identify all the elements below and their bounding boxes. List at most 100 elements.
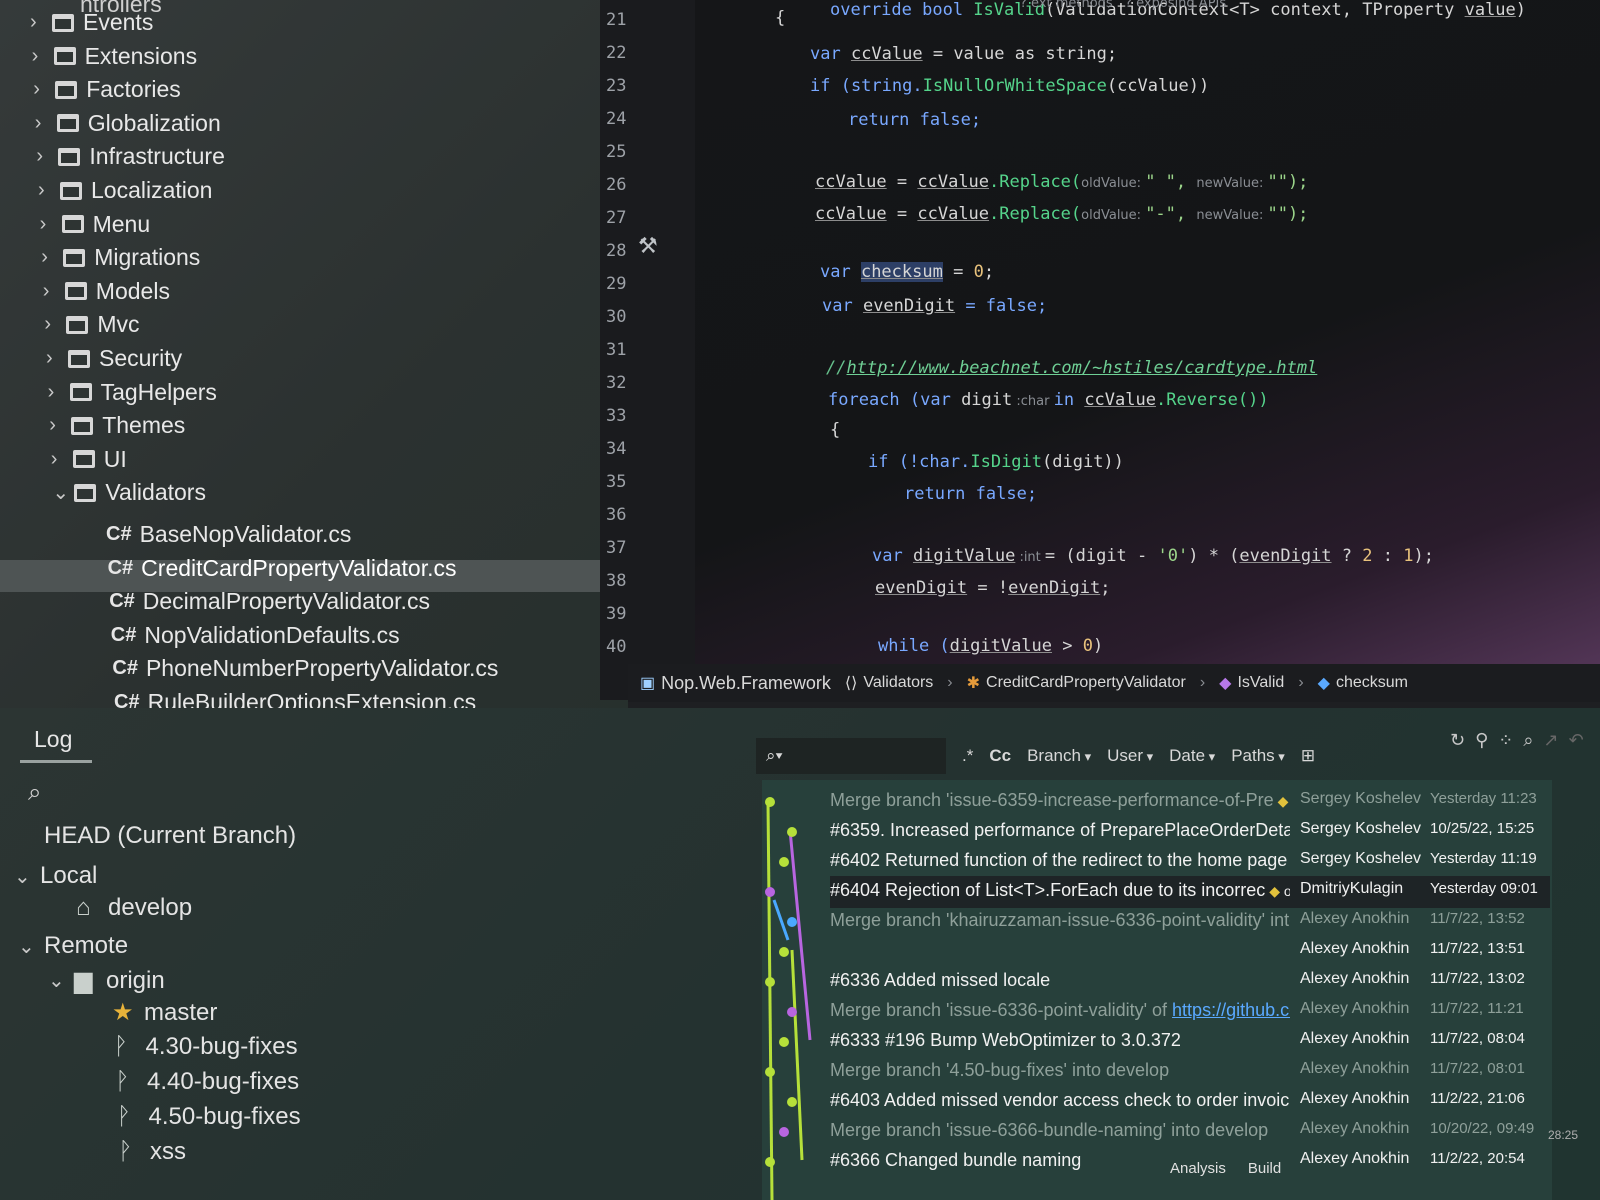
chevron-right-icon[interactable]: ›	[49, 414, 71, 437]
chevron-down-icon[interactable]: ⌄	[52, 480, 74, 505]
branch-remote-item[interactable]: ᚹ 4.40-bug-fixes	[115, 1068, 299, 1096]
commit-row[interactable]: Merge branch 'issue-6336-point-validity'…	[830, 996, 1550, 1028]
commit-node[interactable]	[779, 1037, 789, 1047]
new-tab-icon[interactable]: ⊞	[1301, 746, 1315, 766]
tree-folder[interactable]: › Infrastructure	[36, 140, 225, 173]
branch-local-develop[interactable]: ⌂ develop	[76, 894, 192, 922]
code-line[interactable]: foreach (var digit :char in ccValue.Reve…	[828, 390, 1269, 410]
chevron-right-icon[interactable]: ›	[35, 112, 57, 135]
tree-folder[interactable]: › Security	[46, 342, 182, 375]
chevron-right-icon[interactable]: ›	[48, 381, 70, 404]
commit-row[interactable]: #6336 Added missed locale Alexey Anokhin 1…	[830, 966, 1550, 998]
breadcrumb-project[interactable]: ▣ Nop.Web.Framework	[640, 673, 831, 694]
tree-file[interactable]: C# PhoneNumberPropertyValidator.cs	[112, 652, 498, 685]
branch-remote-item[interactable]: ᚹ xss	[118, 1138, 186, 1166]
chevron-right-icon[interactable]: ›	[38, 179, 60, 202]
commit-node[interactable]	[787, 1007, 797, 1017]
tree-folder[interactable]: › UI	[51, 443, 127, 476]
tree-folder[interactable]: › TagHelpers	[48, 376, 217, 409]
branch-group-local[interactable]: ⌄ Local	[14, 862, 97, 890]
commit-node[interactable]	[765, 797, 775, 807]
build-tag[interactable]: Build	[1248, 1160, 1281, 1177]
code-line[interactable]: {	[830, 420, 840, 440]
tree-folder[interactable]: › Mvc	[44, 308, 139, 341]
branch-group-remote[interactable]: ⌄ Remote	[18, 932, 128, 960]
code-line[interactable]: while (digitValue > 0)	[878, 636, 1103, 656]
date-filter-dropdown[interactable]: Date	[1169, 746, 1215, 766]
branch-remote-item[interactable]: ★ master	[112, 998, 217, 1027]
commit-row[interactable]: #6404 Rejection of List<T>.ForEach due t…	[830, 876, 1550, 908]
commit-node[interactable]	[765, 1067, 775, 1077]
tree-file[interactable]: C# BaseNopValidator.cs	[106, 518, 351, 551]
analysis-tag[interactable]: Analysis	[1170, 1160, 1226, 1177]
chevron-right-icon[interactable]: ›	[43, 280, 65, 303]
tree-folder[interactable]: › Globalization	[35, 107, 221, 140]
commit-node[interactable]	[779, 857, 789, 867]
code-line[interactable]: //http://www.beachnet.com/~hstiles/cardt…	[826, 358, 1317, 378]
tree-file[interactable]: C# CreditCardPropertyValidator.cs	[108, 552, 457, 585]
cherry-pick-icon[interactable]: ⚲	[1475, 730, 1488, 751]
breadcrumb-variable[interactable]: ◆ checksum	[1318, 673, 1408, 693]
tree-folder[interactable]: › Factories	[33, 73, 181, 106]
code-line[interactable]: return false;	[904, 484, 1037, 504]
match-case-toggle[interactable]: Cc	[989, 746, 1011, 766]
commit-row[interactable]: Merge branch 'issue-6359-increase-perfor…	[830, 786, 1550, 818]
commit-link[interactable]: https://github.com/khairuzzaman/	[1172, 1000, 1290, 1020]
code-line[interactable]: ccValue = ccValue.Replace(oldValue: "-",…	[815, 204, 1308, 224]
code-editor[interactable]: 21 22 23 24 25 26 27 28 29 30 31 32 33 34 35 36 37 38 39 40…	[600, 0, 1600, 700]
code-line[interactable]: ccValue = ccValue.Replace(oldValue: " ",…	[815, 172, 1308, 192]
commit-node[interactable]	[779, 1127, 789, 1137]
paths-filter-dropdown[interactable]: Paths	[1231, 746, 1285, 766]
branch-filter-dropdown[interactable]: Branch	[1027, 746, 1091, 766]
tree-folder[interactable]: › Menu	[40, 208, 151, 241]
branch-remote-item[interactable]: ᚹ 4.30-bug-fixes	[114, 1033, 298, 1061]
code-line[interactable]: var ccValue = value as string;	[810, 44, 1117, 64]
chevron-right-icon[interactable]: ›	[41, 246, 63, 269]
commit-row[interactable]: Merge branch '4.50-bug-fixes' into devel…	[830, 1056, 1550, 1088]
commit-row[interactable]: #6403 Added missed vendor access check t…	[830, 1086, 1550, 1118]
chevron-right-icon[interactable]: ›	[30, 11, 52, 34]
chevron-down-icon[interactable]: ⌄	[14, 864, 40, 889]
commit-node[interactable]	[765, 887, 775, 897]
search-icon[interactable]: ⌕	[1523, 730, 1533, 751]
code-line[interactable]: {	[775, 8, 785, 28]
tree-folder[interactable]: › Models	[43, 275, 170, 308]
breadcrumb-namespace[interactable]: ⟨⟩ Validators	[845, 673, 933, 693]
tab-log[interactable]: Log	[34, 726, 72, 753]
commit-node[interactable]	[787, 827, 797, 837]
commit-search-input[interactable]: ⌕▾	[756, 738, 946, 774]
commit-node[interactable]	[787, 1097, 797, 1107]
chevron-right-icon[interactable]: ›	[51, 448, 73, 471]
code-line[interactable]: var checksum = 0;	[820, 262, 994, 282]
chevron-right-icon[interactable]: ›	[36, 145, 58, 168]
user-filter-dropdown[interactable]: User	[1107, 746, 1153, 766]
code-line[interactable]: return false;	[848, 110, 981, 130]
code-line[interactable]: if (string.IsNullOrWhiteSpace(ccValue))	[810, 76, 1209, 96]
commit-node[interactable]	[765, 977, 775, 987]
commit-row[interactable]: #6402 Returned function of the redirect …	[830, 846, 1550, 878]
commit-row[interactable]: #6359. Increased performance of PrepareP…	[830, 816, 1550, 848]
graph-options-icon[interactable]: ⁘	[1498, 730, 1513, 751]
commit-node[interactable]	[765, 1157, 775, 1167]
breadcrumb-method[interactable]: ◆ IsValid	[1219, 673, 1284, 693]
tree-file[interactable]: C# DecimalPropertyValidator.cs	[109, 585, 430, 618]
chevron-right-icon[interactable]: ›	[32, 45, 54, 68]
tree-folder[interactable]: › Localization	[38, 174, 212, 207]
chevron-right-icon[interactable]: ›	[40, 213, 62, 236]
commit-row[interactable]: #6333 #196 Bump WebOptimizer to 3.0.372 A…	[830, 1026, 1550, 1058]
chevron-right-icon[interactable]: ›	[33, 78, 55, 101]
branch-head[interactable]: HEAD (Current Branch)	[44, 822, 296, 850]
search-icon[interactable]: ⌕	[28, 778, 41, 806]
pin-icon[interactable]: ↗	[1543, 730, 1558, 751]
code-line[interactable]: evenDigit = !evenDigit;	[875, 578, 1110, 598]
commit-node[interactable]	[787, 917, 797, 927]
code-line[interactable]: var digitValue :int = (digit - '0') * (e…	[872, 546, 1434, 566]
branch-tag[interactable]: ◆ origin/4.50-bug-fixes	[1265, 883, 1290, 900]
refresh-icon[interactable]: ↻	[1450, 730, 1465, 751]
tree-folder[interactable]: › Extensions	[32, 40, 198, 73]
regex-toggle[interactable]: .*	[962, 746, 973, 766]
code-line[interactable]: if (!char.IsDigit(digit))	[868, 452, 1124, 472]
hammer-icon[interactable]: ⚒	[638, 234, 658, 259]
undo-icon[interactable]: ↶	[1569, 730, 1584, 751]
commit-row[interactable]: Alexey Anokhin 11/7/22, 13:51	[830, 936, 1550, 968]
